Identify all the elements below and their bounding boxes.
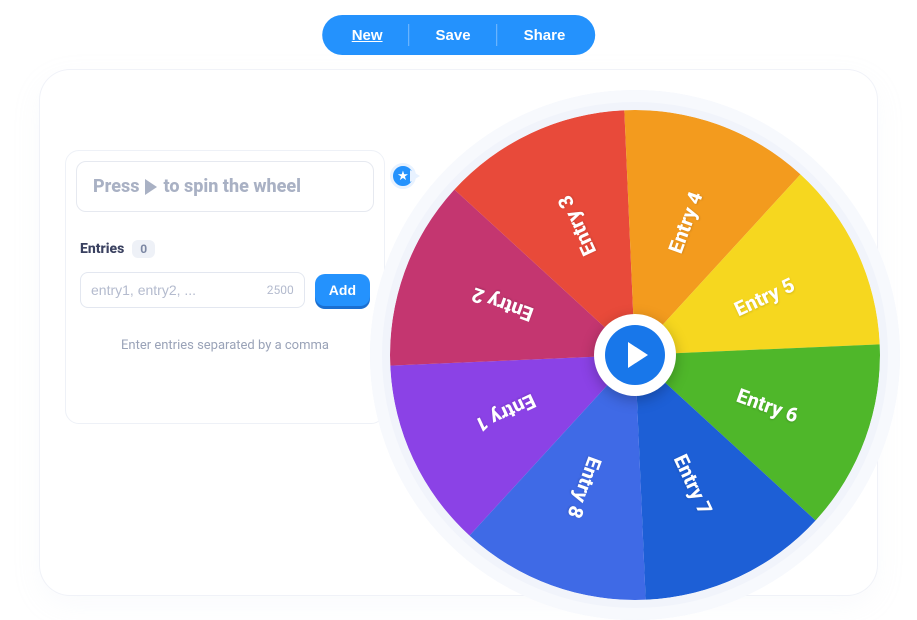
- star-icon: ★: [397, 169, 409, 184]
- new-button[interactable]: New: [326, 15, 409, 55]
- play-icon: [145, 179, 157, 195]
- share-button[interactable]: Share: [498, 15, 592, 55]
- entries-input[interactable]: [91, 282, 254, 298]
- prompt-prefix: Press: [93, 176, 139, 197]
- spin-button-inner: [605, 325, 665, 385]
- wheel-pointer: ★: [390, 163, 420, 193]
- wheel-container: Entry 1Entry 2Entry 3Entry 4Entry 5Entry…: [370, 90, 900, 620]
- main-area: Press to spin the wheel Entries 0 2500 A…: [40, 70, 877, 595]
- spin-prompt: Press to spin the wheel: [76, 161, 374, 212]
- entries-header: Entries 0: [80, 240, 370, 258]
- spin-button[interactable]: [594, 314, 676, 396]
- top-toolbar: New Save Share: [322, 15, 596, 55]
- input-row: 2500 Add: [80, 272, 370, 308]
- play-icon: [628, 342, 648, 368]
- entries-label: Entries: [80, 241, 124, 257]
- panel-body: Entries 0 2500 Add Enter entries separat…: [66, 222, 384, 423]
- input-counter: 2500: [267, 283, 294, 297]
- entries-hint: Enter entries separated by a comma: [80, 338, 370, 353]
- entries-panel: Press to spin the wheel Entries 0 2500 A…: [65, 150, 385, 424]
- save-button[interactable]: Save: [410, 15, 497, 55]
- entries-input-wrap: 2500: [80, 272, 305, 308]
- prompt-suffix: to spin the wheel: [163, 176, 301, 197]
- entries-count-badge: 0: [132, 240, 155, 258]
- add-button[interactable]: Add: [315, 274, 370, 306]
